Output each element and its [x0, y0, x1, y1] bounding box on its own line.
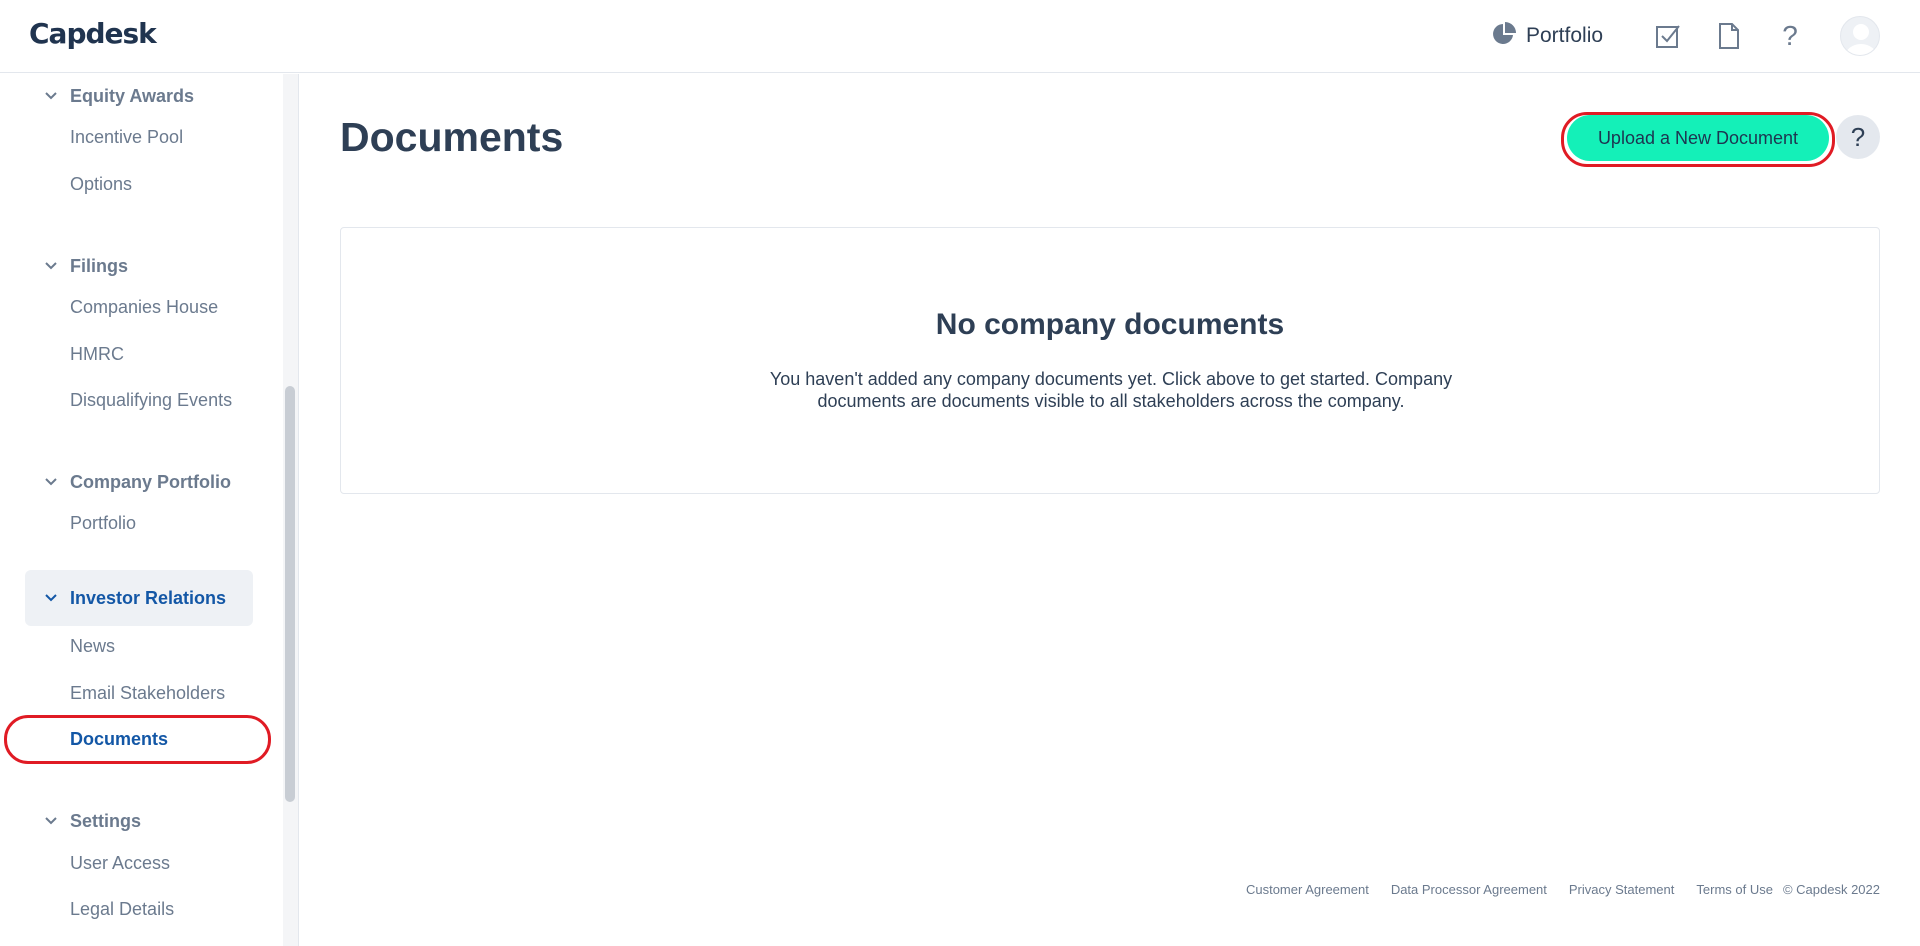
sidebar-item-portfolio[interactable]: Portfolio [70, 513, 136, 534]
footer-link-data-processor-agreement[interactable]: Data Processor Agreement [1391, 882, 1547, 897]
footer: Customer Agreement Data Processor Agreem… [1246, 882, 1880, 897]
empty-state-description: You haven't added any company documents … [769, 369, 1453, 411]
footer-link-terms-of-use[interactable]: Terms of Use [1696, 882, 1773, 897]
sidebar-item-user-access[interactable]: User Access [70, 853, 170, 874]
top-bar: Capdesk Portfolio ? [0, 0, 1920, 73]
portfolio-link[interactable]: Portfolio [1492, 21, 1622, 51]
sidebar-section-company-portfolio[interactable]: Company Portfolio [25, 454, 253, 510]
chevron-down-icon [25, 92, 57, 100]
sidebar-item-news[interactable]: News [70, 636, 115, 657]
chevron-down-icon [25, 817, 57, 825]
sidebar-item-options[interactable]: Options [70, 174, 132, 195]
sidebar-section-equity-awards[interactable]: Equity Awards [25, 74, 253, 124]
pie-chart-icon [1492, 21, 1516, 51]
sidebar-section-filings[interactable]: Filings [25, 238, 253, 294]
page-title: Documents [340, 114, 564, 160]
sidebar-item-email-stakeholders[interactable]: Email Stakeholders [70, 683, 225, 704]
sidebar-section-label: Company Portfolio [70, 471, 231, 492]
footer-copyright: © Capdesk 2022 [1782, 882, 1880, 897]
empty-state-title: No company documents [935, 308, 1285, 341]
footer-link-customer-agreement[interactable]: Customer Agreement [1246, 882, 1369, 897]
sidebar-item-incentive-pool[interactable]: Incentive Pool [70, 127, 183, 148]
page-help-button[interactable]: ? [1836, 115, 1880, 159]
sidebar-item-hmrc[interactable]: HMRC [70, 344, 124, 365]
sidebar-section-label: Filings [70, 255, 128, 276]
chevron-down-icon [25, 594, 57, 602]
help-icon[interactable]: ? [1774, 20, 1806, 52]
sidebar-scrollbar-thumb[interactable] [285, 386, 295, 802]
sidebar-item-companies-house[interactable]: Companies House [70, 297, 218, 318]
document-icon[interactable] [1713, 20, 1745, 52]
sidebar-section-label: Investor Relations [70, 587, 227, 608]
portfolio-link-label: Portfolio [1526, 24, 1604, 47]
chevron-down-icon [25, 262, 57, 270]
sidebar-section-label: Settings [70, 810, 142, 831]
tasks-icon[interactable] [1652, 20, 1684, 52]
sidebar-item-legal-details[interactable]: Legal Details [70, 899, 174, 920]
capdesk-logo[interactable]: Capdesk [29, 17, 157, 50]
empty-state-card: No company documents You haven't added a… [340, 227, 1880, 494]
sidebar-section-investor-relations[interactable]: Investor Relations [25, 570, 253, 626]
footer-link-privacy-statement[interactable]: Privacy Statement [1569, 882, 1675, 897]
chevron-down-icon [25, 478, 57, 486]
sidebar-section-label: Equity Awards [70, 85, 195, 106]
sidebar-section-settings[interactable]: Settings [25, 793, 253, 849]
sidebar-item-disqualifying-events[interactable]: Disqualifying Events [70, 390, 232, 411]
upload-new-document-button[interactable]: Upload a New Document [1567, 115, 1829, 161]
sidebar: Equity Awards Incentive Pool Options Fil… [0, 74, 299, 946]
avatar[interactable] [1840, 16, 1880, 56]
sidebar-item-documents[interactable]: Documents [70, 729, 168, 750]
